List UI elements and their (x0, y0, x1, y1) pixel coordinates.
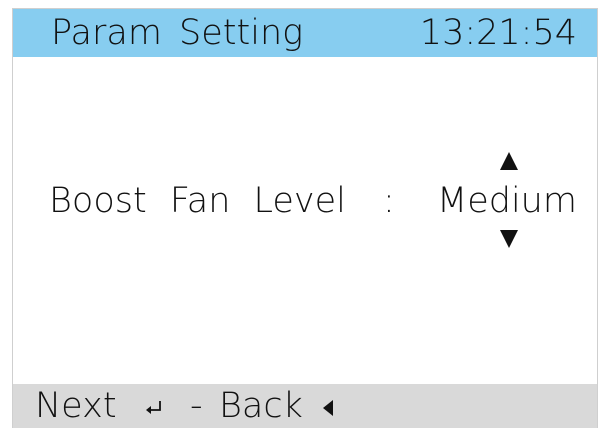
footer-bar: Next - Back (13, 384, 597, 428)
parameter-label: Boost Fan Level (49, 181, 346, 221)
clock: 13:21:54 (419, 13, 577, 53)
next-button[interactable]: Next (35, 386, 117, 426)
back-arrow-shape (323, 400, 333, 416)
enter-arrow-shape (146, 401, 161, 414)
footer-separator: - (190, 386, 203, 426)
triangle-down-icon[interactable] (497, 227, 521, 251)
parameter-value[interactable]: Medium (437, 179, 577, 223)
parameter-separator: : (383, 181, 395, 221)
param-setting-screen: Param Setting 13:21:54 Boost Fan Level :… (12, 8, 598, 428)
increase-arrow-shape (500, 152, 518, 170)
enter-icon (144, 398, 164, 422)
header-bar: Param Setting 13:21:54 (13, 9, 597, 57)
triangle-left-icon (320, 398, 336, 422)
triangle-up-icon[interactable] (497, 149, 521, 173)
decrease-arrow-shape (500, 230, 518, 248)
page-title: Param Setting (51, 13, 304, 53)
back-button[interactable]: Back (219, 386, 303, 426)
